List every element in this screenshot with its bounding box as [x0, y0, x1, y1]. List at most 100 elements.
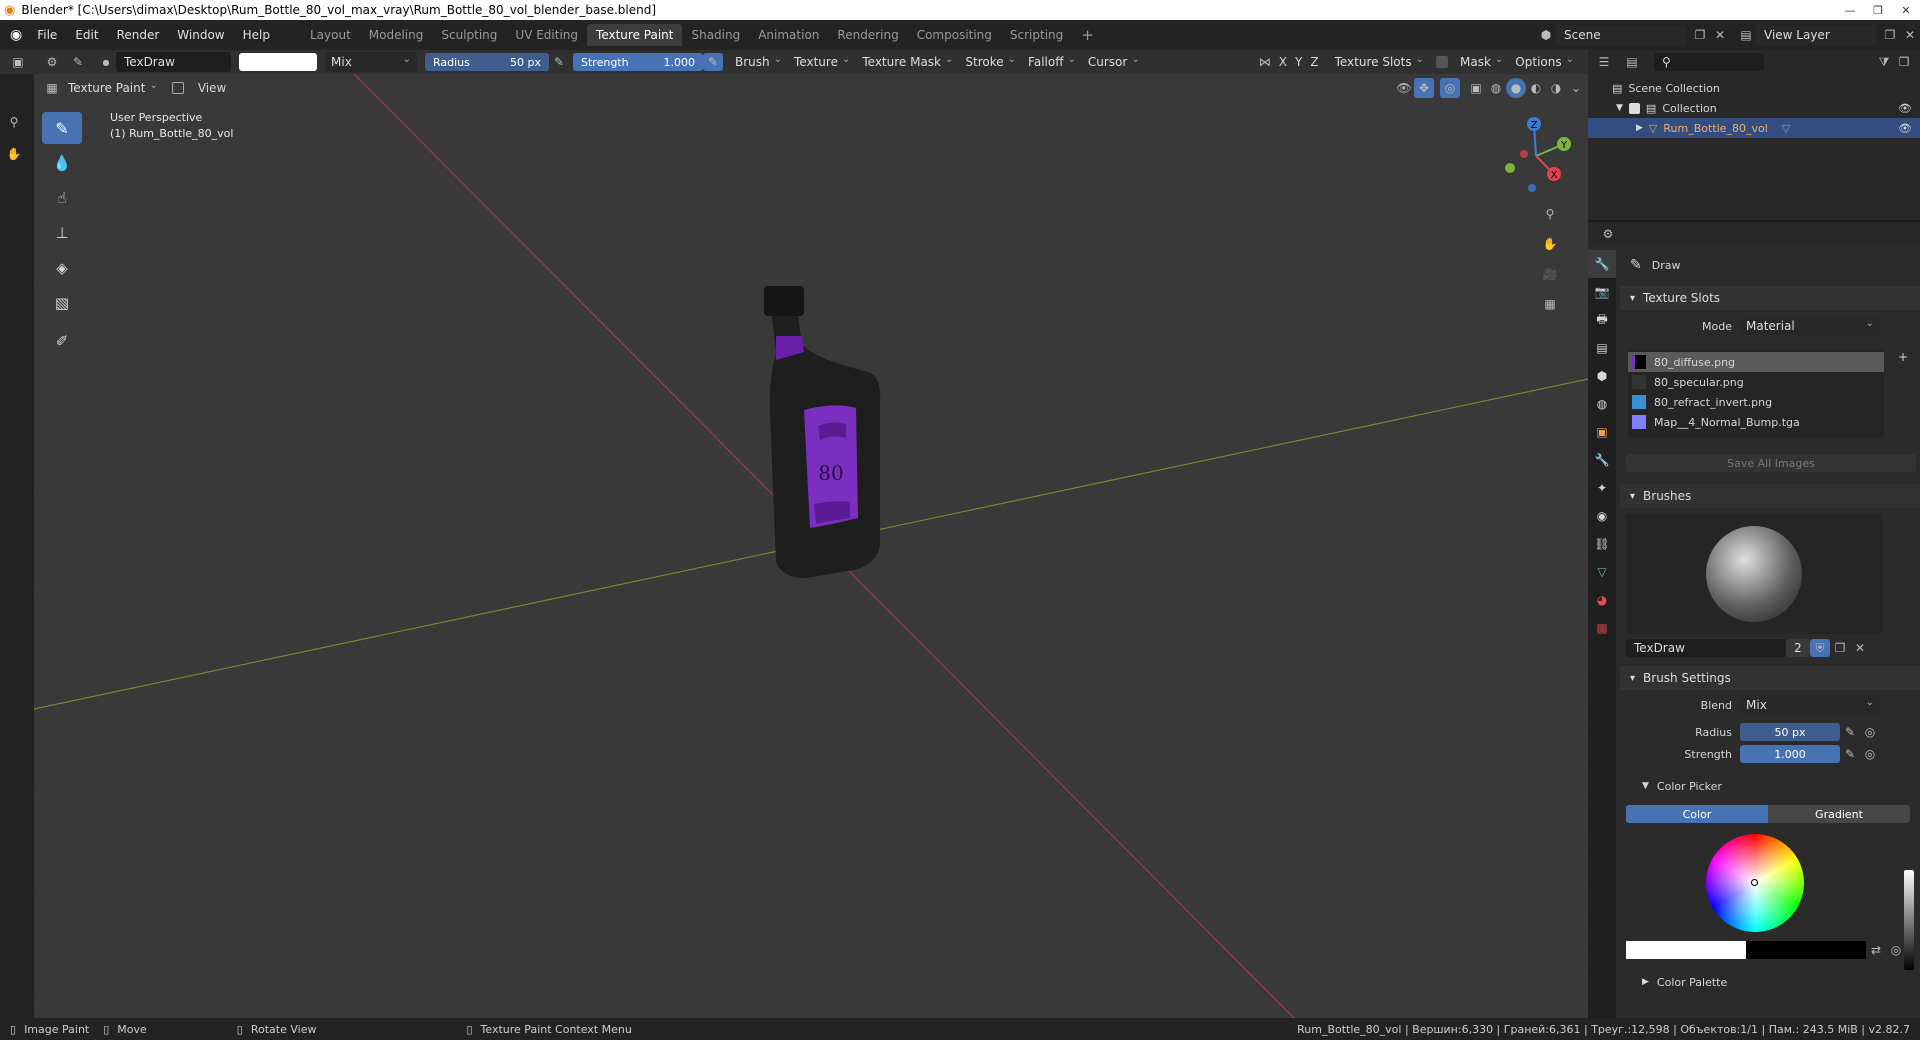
material-shading-icon[interactable]: ◐ — [1526, 78, 1546, 98]
radius-pressure-icon[interactable]: ✎ — [1840, 722, 1860, 742]
new-scene-icon[interactable]: ❐ — [1690, 25, 1710, 45]
slot-item[interactable]: Map__4_Normal_Bump.tga — [1628, 412, 1884, 432]
mode-dropdown[interactable]: Material — [1740, 317, 1880, 335]
tab-scripting[interactable]: Scripting — [1001, 24, 1072, 46]
tab-compositing[interactable]: Compositing — [908, 24, 1001, 46]
object-visibility-eye-icon[interactable]: 👁 — [1898, 122, 1912, 135]
display-mode-icon[interactable]: ▤ — [1622, 52, 1642, 72]
zoom-view-icon[interactable]: ⚲ — [1540, 204, 1560, 224]
color-wheel[interactable] — [1706, 834, 1804, 932]
hand-icon[interactable]: ✋ — [4, 144, 24, 164]
material-tab-icon[interactable]: ◕ — [1588, 586, 1616, 614]
primary-color-swatch[interactable] — [1626, 941, 1746, 959]
expand-arrow-icon[interactable]: ▶ — [1636, 123, 1643, 133]
wireframe-shading-icon[interactable]: ◍ — [1486, 78, 1506, 98]
tool-settings-icon[interactable]: ⚙ — [42, 52, 62, 72]
tab-texture-paint[interactable]: Texture Paint — [587, 24, 683, 46]
mirror-z-toggle[interactable]: Z — [1306, 55, 1322, 69]
mask-menu[interactable]: Mask — [1454, 52, 1509, 72]
outliner-object-row[interactable]: ▶ ▽ Rum_Bottle_80_vol ▽ 👁 — [1588, 118, 1920, 138]
brush-settings-panel-header[interactable]: Brush Settings — [1620, 666, 1920, 690]
shading-options-icon[interactable]: ⌄ — [1566, 78, 1586, 98]
new-collection-icon[interactable]: ❐ — [1894, 52, 1914, 72]
mirror-y-toggle[interactable]: Y — [1291, 55, 1306, 69]
view-layer-icon[interactable]: ▤ — [1736, 25, 1756, 45]
pan-view-icon[interactable]: ✋ — [1540, 234, 1560, 254]
object-tab-icon[interactable]: ▣ — [1588, 418, 1616, 446]
brushes-panel-header[interactable]: Brushes — [1620, 484, 1920, 508]
new-view-layer-icon[interactable]: ❐ — [1880, 25, 1900, 45]
zoom-icon[interactable]: ⚲ — [4, 112, 24, 132]
brush-color-swatch[interactable] — [239, 53, 317, 71]
blend-dropdown[interactable]: Mix — [325, 52, 417, 72]
data-tab-icon[interactable]: ▽ — [1588, 558, 1616, 586]
color-picker-subpanel-header[interactable]: ▼ Color Picker — [1642, 776, 1920, 796]
eyedropper-icon[interactable]: ◎ — [1886, 940, 1906, 960]
texture-slots-panel-header[interactable]: Texture Slots — [1620, 286, 1920, 310]
blender-menu-icon[interactable]: ◉ — [10, 27, 22, 43]
mirror-icon[interactable]: ⋈ — [1255, 52, 1275, 72]
radius-slider[interactable]: Radius 50 px — [425, 53, 549, 71]
radius-unit-icon[interactable]: ◎ — [1860, 722, 1880, 742]
strength-pressure-icon[interactable]: ✎ — [703, 53, 723, 71]
slot-item[interactable]: 80_specular.png — [1628, 372, 1884, 392]
texture-tab-icon[interactable]: ▩ — [1588, 614, 1616, 642]
expand-arrow-icon[interactable]: ▼ — [1616, 103, 1623, 113]
brush-name-field[interactable]: TexDraw — [116, 52, 231, 72]
view-toggle-icon[interactable] — [171, 82, 184, 94]
falloff-menu[interactable]: Falloff — [1022, 52, 1082, 72]
smear-tool-button[interactable]: ☝ — [42, 182, 82, 214]
draw-tool-button[interactable]: ✎ — [42, 112, 82, 144]
brush-preview[interactable] — [1626, 514, 1882, 634]
menu-render[interactable]: Render — [108, 28, 169, 42]
strength-slider[interactable]: Strength 1.000 — [573, 53, 703, 71]
swap-colors-icon[interactable]: ⇄ — [1866, 940, 1886, 960]
color-palette-subpanel-header[interactable]: ▶ Color Palette — [1642, 972, 1920, 992]
solid-shading-icon[interactable]: ● — [1506, 78, 1526, 98]
stroke-menu[interactable]: Stroke — [959, 52, 1022, 72]
constraints-tab-icon[interactable]: ⛓ — [1588, 530, 1616, 558]
options-menu[interactable]: Options — [1509, 52, 1580, 72]
brush-menu[interactable]: Brush — [729, 52, 788, 72]
fill-tool-button[interactable]: ◈ — [42, 252, 82, 284]
menu-file[interactable]: File — [28, 28, 66, 42]
menu-help[interactable]: Help — [234, 28, 279, 42]
filter-icon[interactable]: ⧩ — [1874, 52, 1894, 72]
mirror-x-toggle[interactable]: X — [1275, 55, 1291, 69]
view-layer-field[interactable]: View Layer — [1756, 25, 1876, 45]
save-all-images-button[interactable]: Save All Images — [1626, 454, 1916, 472]
outliner-search-input[interactable]: ⚲ — [1654, 53, 1764, 71]
unlink-brush-icon[interactable]: ✕ — [1850, 638, 1870, 658]
color-wheel-cursor[interactable] — [1751, 879, 1758, 886]
xray-toggle-icon[interactable]: ▣ — [1466, 78, 1486, 98]
outliner-scene-collection[interactable]: ▤ Scene Collection — [1588, 78, 1920, 98]
minimize-button[interactable]: — — [1836, 0, 1864, 20]
mask-checkbox[interactable] — [1435, 56, 1448, 68]
secondary-color-swatch[interactable] — [1746, 941, 1866, 959]
view-layer-tab-icon[interactable]: ▤ — [1588, 334, 1616, 362]
radius-pressure-icon[interactable]: ✎ — [549, 52, 569, 72]
camera-view-icon[interactable]: 🎥 — [1540, 264, 1560, 284]
tab-layout[interactable]: Layout — [301, 24, 360, 46]
menu-window[interactable]: Window — [168, 28, 233, 42]
clone-tool-button[interactable]: ⊥ — [42, 217, 82, 249]
blend-dropdown[interactable]: Mix — [1740, 696, 1880, 714]
properties-editor-icon[interactable]: ⚙ — [1598, 224, 1618, 244]
tab-rendering[interactable]: Rendering — [828, 24, 907, 46]
add-workspace-button[interactable]: + — [1072, 22, 1103, 48]
render-tab-icon[interactable]: 📷 — [1588, 278, 1616, 306]
3d-viewport[interactable]: 80 ▦ Texture Paint View 👁 ✥ ◎ ▣ ◍ ● ◐ ◑ … — [34, 74, 1588, 1018]
overlay-toggle-icon[interactable]: ◎ — [1440, 78, 1460, 98]
texture-slots-menu[interactable]: Texture Slots — [1329, 52, 1430, 72]
tab-gradient[interactable]: Gradient — [1768, 805, 1910, 823]
tool-tab-icon[interactable]: 🔧 — [1588, 250, 1616, 278]
menu-edit[interactable]: Edit — [66, 28, 107, 42]
tab-uv-editing[interactable]: UV Editing — [506, 24, 587, 46]
cursor-menu[interactable]: Cursor — [1082, 52, 1146, 72]
tab-animation[interactable]: Animation — [749, 24, 828, 46]
texture-menu[interactable]: Texture — [788, 52, 856, 72]
editor-type-icon[interactable]: ▣ — [8, 52, 28, 72]
ortho-toggle-icon[interactable]: ▦ — [1540, 294, 1560, 314]
duplicate-brush-icon[interactable]: ❐ — [1830, 638, 1850, 658]
gizmo-toggle-icon[interactable]: ✥ — [1414, 78, 1434, 98]
